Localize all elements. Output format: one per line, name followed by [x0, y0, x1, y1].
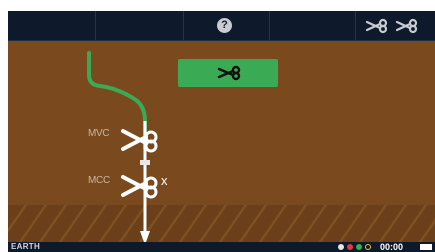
scissors-icon	[217, 65, 241, 81]
bottom-status-bar: EARTH 00:00	[8, 242, 435, 252]
help-button[interactable]: ?	[217, 18, 232, 33]
scissors-icon[interactable]	[365, 18, 388, 34]
green-status-indicator	[356, 244, 362, 250]
top-toolbar: ?	[8, 11, 435, 41]
node-marker	[140, 160, 150, 165]
green-shoot	[87, 51, 147, 150]
toolbar-slot-4[interactable]	[270, 11, 356, 40]
tool-group[interactable]	[364, 15, 426, 37]
location-label: EARTH	[11, 242, 41, 251]
lower-scissors-icon[interactable]	[121, 175, 158, 199]
scissors-icon[interactable]	[395, 18, 418, 34]
deep-soil-layer	[8, 205, 435, 242]
flag-icon[interactable]	[420, 244, 432, 250]
cut-button[interactable]	[178, 59, 278, 87]
timer: 00:00	[380, 242, 404, 252]
red-status-indicator	[347, 244, 353, 250]
toolbar-slot-2[interactable]	[96, 11, 184, 40]
upper-scissors-icon[interactable]	[121, 129, 158, 153]
yellow-status-indicator	[365, 244, 371, 250]
screen: ? MVC MCC x EARTH 00:00	[0, 0, 435, 252]
globe-icon[interactable]	[338, 244, 344, 250]
plant-stem	[87, 51, 158, 245]
game-canvas: ? MVC MCC x EARTH 00:00	[8, 11, 435, 252]
toolbar-slot-1[interactable]	[8, 11, 96, 40]
soil-hatching	[8, 205, 435, 242]
question-circle-icon: ?	[221, 19, 228, 31]
